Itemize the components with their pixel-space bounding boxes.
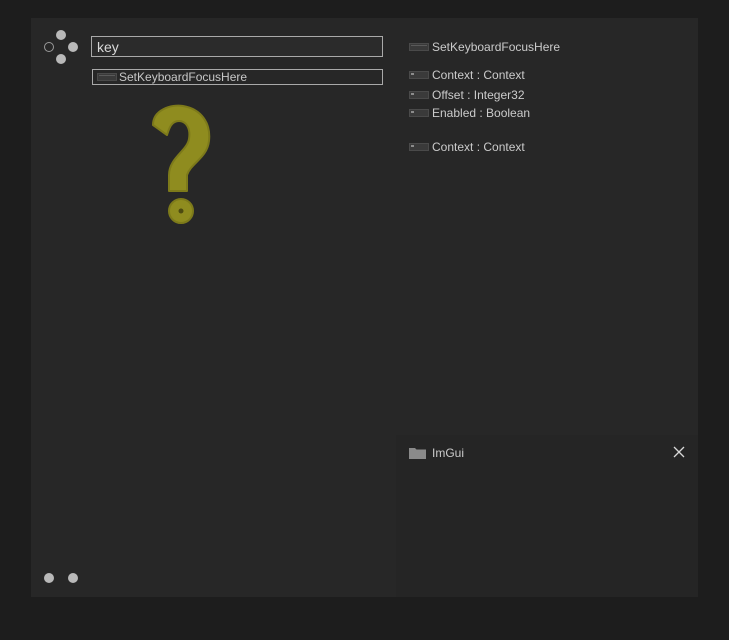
bottom-dot-left[interactable]: [44, 573, 54, 583]
param-label: Enabled : Boolean: [432, 106, 531, 120]
folder-icon: [409, 448, 426, 459]
node-icon: [409, 71, 429, 79]
navigation-dots-icon[interactable]: [43, 29, 79, 65]
nav-dot-top[interactable]: [56, 30, 66, 40]
node-icon: [409, 143, 429, 151]
nav-dot-bottom[interactable]: [56, 54, 66, 64]
close-icon[interactable]: [672, 445, 686, 459]
search-result-label: SetKeyboardFocusHere: [119, 70, 248, 84]
nav-dot-left[interactable]: [44, 42, 54, 52]
param-label: Offset : Integer32: [432, 88, 525, 102]
node-icon: [409, 109, 429, 117]
output-label: Context : Context: [432, 140, 525, 154]
namespace-panel: ImGui: [396, 435, 698, 597]
detail-title-label: SetKeyboardFocusHere: [432, 40, 561, 54]
namespace-label: ImGui: [432, 446, 465, 460]
node-icon: [409, 43, 429, 51]
nav-dot-right[interactable]: [68, 42, 78, 52]
node-browser-window: key SetKeyboardFocusHere SetKeyboardFocu…: [31, 18, 698, 597]
search-input[interactable]: key: [91, 36, 383, 57]
node-icon: [97, 73, 117, 81]
param-label: Context : Context: [432, 68, 525, 82]
bottom-dot-right[interactable]: [68, 573, 78, 583]
search-result-item[interactable]: SetKeyboardFocusHere: [92, 69, 383, 85]
node-icon: [409, 91, 429, 99]
question-mark-icon: [152, 104, 211, 224]
